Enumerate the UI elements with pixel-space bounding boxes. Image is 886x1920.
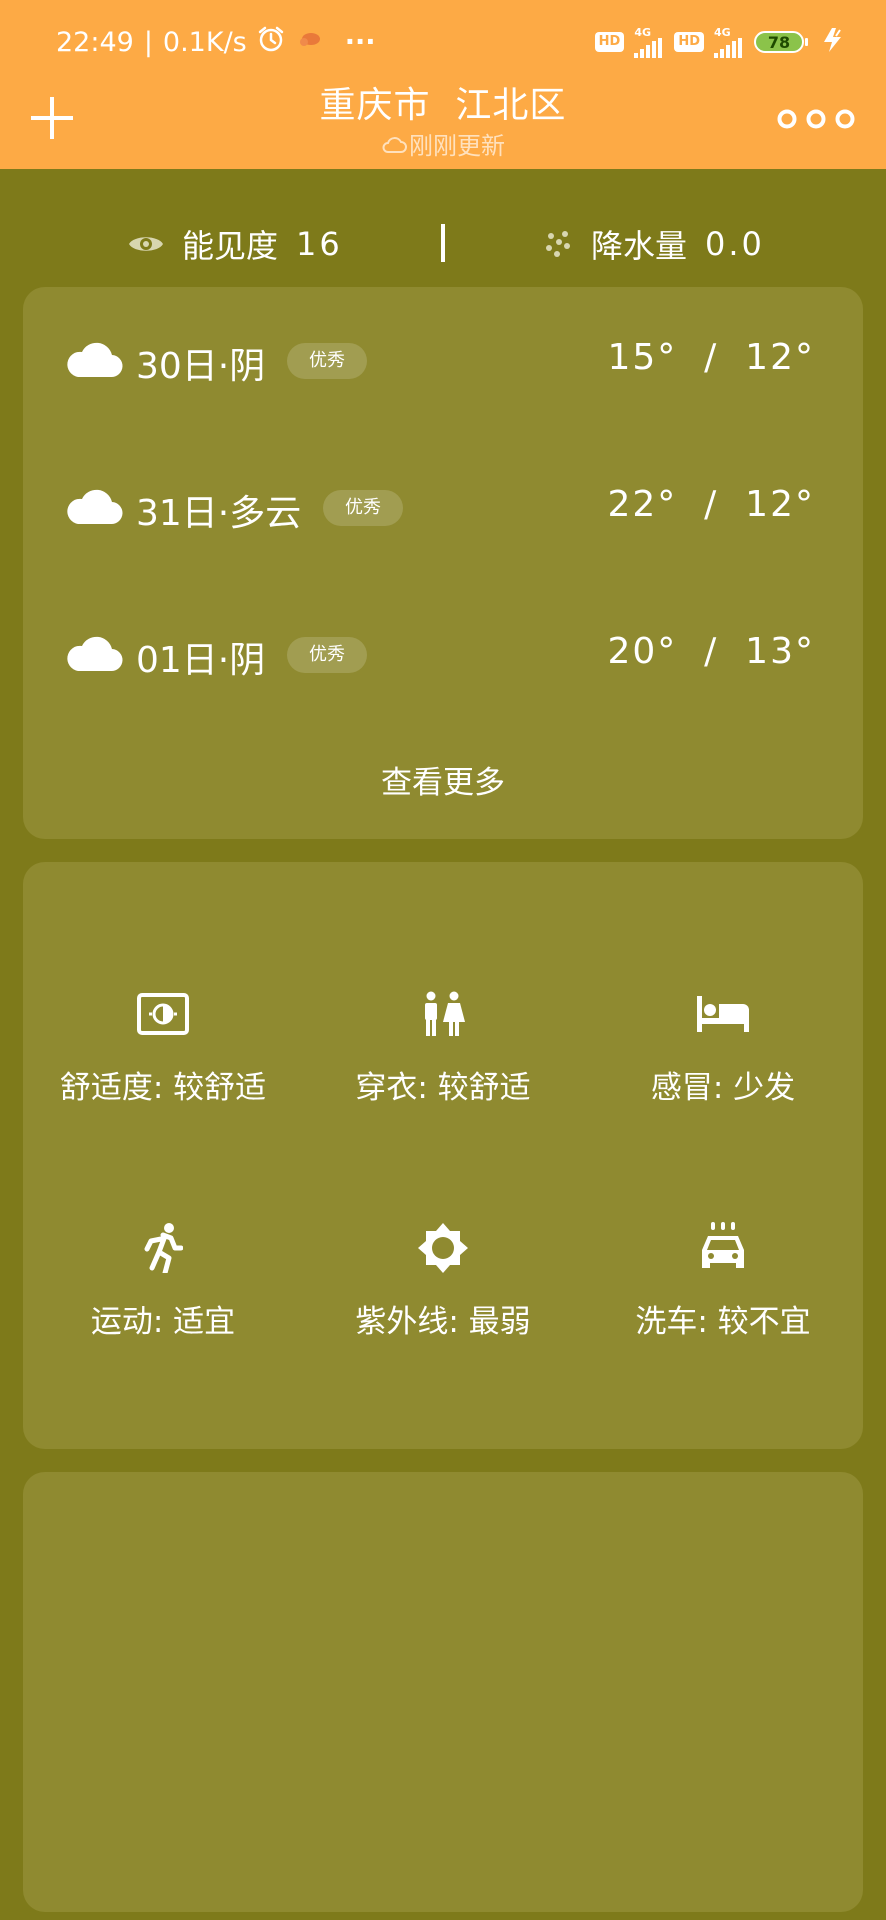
network-speed: 0.1K/s <box>162 26 247 58</box>
signal-1: 4G <box>634 27 664 58</box>
status-separator: | <box>143 26 153 58</box>
update-status-text: 刚刚更新 <box>409 132 505 160</box>
forecast-temp-range: 20° / 13° <box>607 631 815 672</box>
update-status: 刚刚更新 <box>0 126 886 161</box>
signal-bars-icon <box>634 37 663 58</box>
precipitation-metric: 降水量 0.0 <box>545 218 765 270</box>
aqi-badge[interactable]: 优秀 <box>323 490 403 526</box>
forecast-temp-range: 22° / 12° <box>607 484 815 525</box>
eye-icon <box>129 237 163 251</box>
weather-metrics: 能见度 16 降水量 0.0 <box>0 218 886 270</box>
cold-index[interactable]: 感冒: 少发 <box>583 986 863 1107</box>
dressing-index[interactable]: 穿衣: 较舒适 <box>303 986 583 1107</box>
car-wash-icon <box>583 1220 863 1276</box>
comfort-index[interactable]: 舒适度: 较舒适 <box>23 986 303 1107</box>
status-time: 22:49 <box>56 26 134 58</box>
sun-icon <box>303 1220 583 1276</box>
comfort-text: 舒适度: 较舒适 <box>59 1070 267 1106</box>
comfort-icon <box>23 986 303 1042</box>
signal-bars-icon <box>714 37 742 58</box>
signal-2: 4G <box>714 27 744 58</box>
cold-text: 感冒: 少发 <box>650 1070 796 1106</box>
app-header: 22:49 | 0.1K/s ··· HD 4G HD 4G 78 重庆市 江北… <box>0 0 886 169</box>
carwash-index[interactable]: 洗车: 较不宜 <box>583 1220 863 1341</box>
aqi-badge[interactable]: 优秀 <box>287 637 367 673</box>
battery-indicator: 78 <box>754 31 808 53</box>
status-right: HD 4G HD 4G 78 <box>594 24 846 60</box>
forecast-date: 30日·阴 <box>136 346 266 387</box>
placeholder-card <box>23 1472 863 1912</box>
forecast-row[interactable]: 30日·阴 优秀 15° / 12° <box>23 331 863 391</box>
uv-text: 紫外线: 最弱 <box>355 1304 531 1340</box>
life-index-card: 舒适度: 较舒适 穿衣: 较舒适 感冒: 少发 运动: 适宜 紫外线: 最弱 洗… <box>23 862 863 1449</box>
uv-index[interactable]: 紫外线: 最弱 <box>303 1220 583 1341</box>
visibility-value: 16 <box>296 225 343 263</box>
forecast-temp-range: 15° / 12° <box>607 337 815 378</box>
city-title: 重庆市 江北区 <box>319 85 567 126</box>
precipitation-value: 0.0 <box>705 225 765 263</box>
bed-icon <box>583 986 863 1042</box>
visibility-label: 能见度 <box>182 227 279 265</box>
precipitation-label: 降水量 <box>591 227 688 265</box>
rain-dots-icon <box>546 231 570 257</box>
see-more-button[interactable]: 查看更多 <box>23 757 863 802</box>
forecast-date: 01日·阴 <box>136 640 266 681</box>
carwash-text: 洗车: 较不宜 <box>635 1304 811 1340</box>
status-bar: 22:49 | 0.1K/s ··· HD 4G HD 4G 78 <box>0 0 886 80</box>
forecast-row[interactable]: 01日·阴 优秀 20° / 13° <box>23 625 863 685</box>
more-notifications-icon: ··· <box>344 26 376 58</box>
notification-app-icon <box>295 27 325 58</box>
sport-index[interactable]: 运动: 适宜 <box>23 1220 303 1341</box>
cloud-outline-icon <box>382 136 407 153</box>
signal-1-label: 4G <box>634 25 652 39</box>
aqi-badge[interactable]: 优秀 <box>287 343 367 379</box>
running-icon <box>23 1220 303 1276</box>
status-left: 22:49 | 0.1K/s ··· <box>56 24 376 60</box>
forecast-date: 31日·多云 <box>136 493 302 534</box>
charging-icon <box>822 27 846 57</box>
cloud-icon <box>67 342 123 378</box>
cloud-icon <box>67 489 123 525</box>
metrics-divider <box>441 224 445 262</box>
hd-badge-1: HD <box>594 32 625 52</box>
sport-text: 运动: 适宜 <box>90 1304 236 1340</box>
more-dots-icon <box>777 109 855 129</box>
cloud-icon <box>67 636 123 672</box>
forecast-card: 30日·阴 优秀 15° / 12° 31日·多云 优秀 22° / 12° 0… <box>23 287 863 839</box>
visibility-metric: 能见度 16 <box>128 218 343 270</box>
hd-badge-2: HD <box>674 32 704 52</box>
dressing-text: 穿衣: 较舒适 <box>355 1070 531 1106</box>
signal-2-label: 4G <box>714 25 731 39</box>
forecast-row[interactable]: 31日·多云 优秀 22° / 12° <box>23 478 863 538</box>
people-icon <box>303 986 583 1042</box>
alarm-icon <box>257 25 285 60</box>
more-options-button[interactable] <box>772 106 860 132</box>
